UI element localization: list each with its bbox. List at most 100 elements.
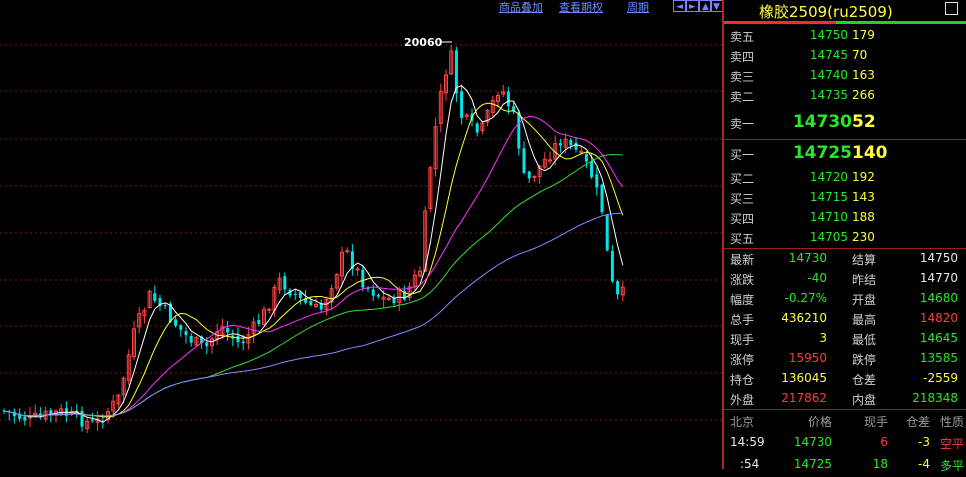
view-options-link[interactable]: 查看期权 — [559, 0, 603, 15]
stat-label: 持仓 — [730, 373, 755, 387]
ask-label: 卖四 — [730, 50, 755, 64]
stats-row: 总手 436210 最高 14820 — [724, 311, 966, 331]
bid-volume: 140 — [852, 143, 888, 163]
scroll-left-button[interactable]: ◄ — [673, 0, 686, 12]
candle-body — [179, 325, 183, 330]
divider — [724, 248, 966, 249]
stats-row: 涨停 15950 跌停 13585 — [724, 351, 966, 371]
candle-body — [241, 341, 245, 344]
bid-price: 14710 — [809, 210, 848, 224]
bid-label: 买一 — [730, 148, 755, 162]
stats-row: 涨跌 -40 昨结 14770 — [724, 271, 966, 291]
tick-table-header: 北京 价格 现手 仓差 性质 — [724, 413, 966, 433]
stats-row: 幅度 -0.27% 开盘 14680 — [724, 291, 966, 311]
bid-row-3[interactable]: 买三 14715 143 — [724, 190, 966, 210]
scroll-right-button[interactable]: ► — [686, 0, 699, 12]
stat-label: 跌停 — [852, 353, 877, 367]
ask-label: 卖三 — [730, 70, 755, 84]
stat-value: 14820 — [919, 311, 958, 325]
ask-volume: 179 — [852, 28, 875, 42]
candle-body — [605, 215, 609, 251]
stat-value: 14680 — [919, 291, 958, 305]
candle-body — [309, 301, 313, 306]
bid-row-4[interactable]: 买四 14710 188 — [724, 210, 966, 230]
ask-label: 卖二 — [730, 90, 755, 104]
bid-row-5[interactable]: 买五 14705 230 — [724, 230, 966, 250]
quote-panel: 橡胶2509(ru2509) 卖五 14750 179 卖四 14745 70 … — [722, 0, 966, 473]
stat-value: 14770 — [919, 271, 958, 285]
stat-value: -0.27% — [784, 291, 827, 305]
candle-body — [361, 269, 365, 288]
candle-body — [257, 319, 261, 325]
stat-value: -40 — [807, 271, 827, 285]
candle-body — [298, 292, 302, 298]
candle-body — [371, 289, 375, 296]
candle-body — [184, 331, 188, 336]
ask-row-1[interactable]: 卖一 14730 52 — [724, 112, 966, 136]
ask-row-2[interactable]: 卖二 14735 266 — [724, 88, 966, 108]
stat-label: 开盘 — [852, 293, 877, 307]
candle-body — [236, 335, 240, 343]
stat-value: 14750 — [919, 251, 958, 265]
stat-label: 涨跌 — [730, 273, 755, 287]
candle-body — [90, 419, 94, 421]
tick-vol: 6 — [880, 435, 888, 449]
candle-body — [226, 328, 230, 333]
tick-row[interactable]: :54 14725 18 -4 多平 — [724, 457, 966, 477]
bid-row-2[interactable]: 买二 14720 192 — [724, 170, 966, 190]
stat-value: 136045 — [781, 371, 827, 385]
ask-label: 卖五 — [730, 30, 755, 44]
candle-body — [527, 171, 531, 179]
candle-body — [506, 91, 510, 107]
window-toggle-icon[interactable] — [945, 2, 958, 15]
ask-row-5[interactable]: 卖五 14750 179 — [724, 28, 966, 48]
high-price-label: 20060 — [404, 36, 443, 49]
candle-body — [610, 250, 614, 282]
candle-body — [616, 281, 620, 295]
period-link[interactable]: 周期 — [627, 0, 649, 15]
ask-volume: 70 — [852, 48, 868, 62]
bid-label: 买二 — [730, 172, 755, 186]
candlestick-chart[interactable]: 20060 — [0, 0, 722, 469]
candle-body — [590, 160, 594, 178]
tick-oi: -3 — [918, 435, 930, 449]
candle-body — [205, 342, 209, 347]
stat-value: 15950 — [788, 351, 827, 365]
bid-ratio-bar — [836, 21, 966, 24]
ask-row-3[interactable]: 卖三 14740 163 — [724, 68, 966, 88]
bid-volume: 230 — [852, 230, 875, 244]
stat-value: 3 — [819, 331, 827, 345]
candle-body — [522, 148, 526, 173]
bid-price: 14725 — [792, 143, 852, 163]
ask-label: 卖一 — [730, 117, 755, 131]
chart-toolbar: 商品叠加 查看期权 周期 ◄ ► ▲ ▼ — [0, 0, 723, 15]
candle-body — [345, 250, 350, 253]
tick-header-oi: 仓差 — [905, 415, 930, 429]
stat-label: 最新 — [730, 253, 755, 267]
stat-label: 内盘 — [852, 393, 877, 407]
bid-volume: 188 — [852, 210, 875, 224]
candle-body — [595, 174, 599, 188]
tick-header-price: 价格 — [807, 415, 832, 429]
stats-row: 现手 3 最低 14645 — [724, 331, 966, 351]
candle-body — [163, 305, 167, 307]
stat-value: 14730 — [788, 251, 827, 265]
candle-body — [558, 143, 562, 146]
stat-label: 仓差 — [852, 373, 877, 387]
ma10-line — [3, 102, 624, 418]
ask-price: 14735 — [809, 88, 848, 102]
tick-nature: 空平 — [939, 437, 964, 451]
ask-volume: 52 — [852, 112, 876, 132]
ma40-line — [3, 153, 623, 417]
candle-body — [460, 91, 464, 118]
candle-body — [153, 293, 157, 301]
ask-row-4[interactable]: 卖四 14745 70 — [724, 48, 966, 68]
candle-body — [517, 112, 521, 149]
tick-row[interactable]: 14:59 14730 6 -3 空平 — [724, 435, 966, 455]
overlay-commodity-link[interactable]: 商品叠加 — [499, 0, 543, 15]
bid-price: 14720 — [809, 170, 848, 184]
candle-body — [293, 294, 297, 296]
candle-body — [267, 308, 272, 311]
bid-row-1[interactable]: 买一 14725 140 — [724, 143, 966, 167]
stat-value: 217862 — [781, 391, 827, 405]
